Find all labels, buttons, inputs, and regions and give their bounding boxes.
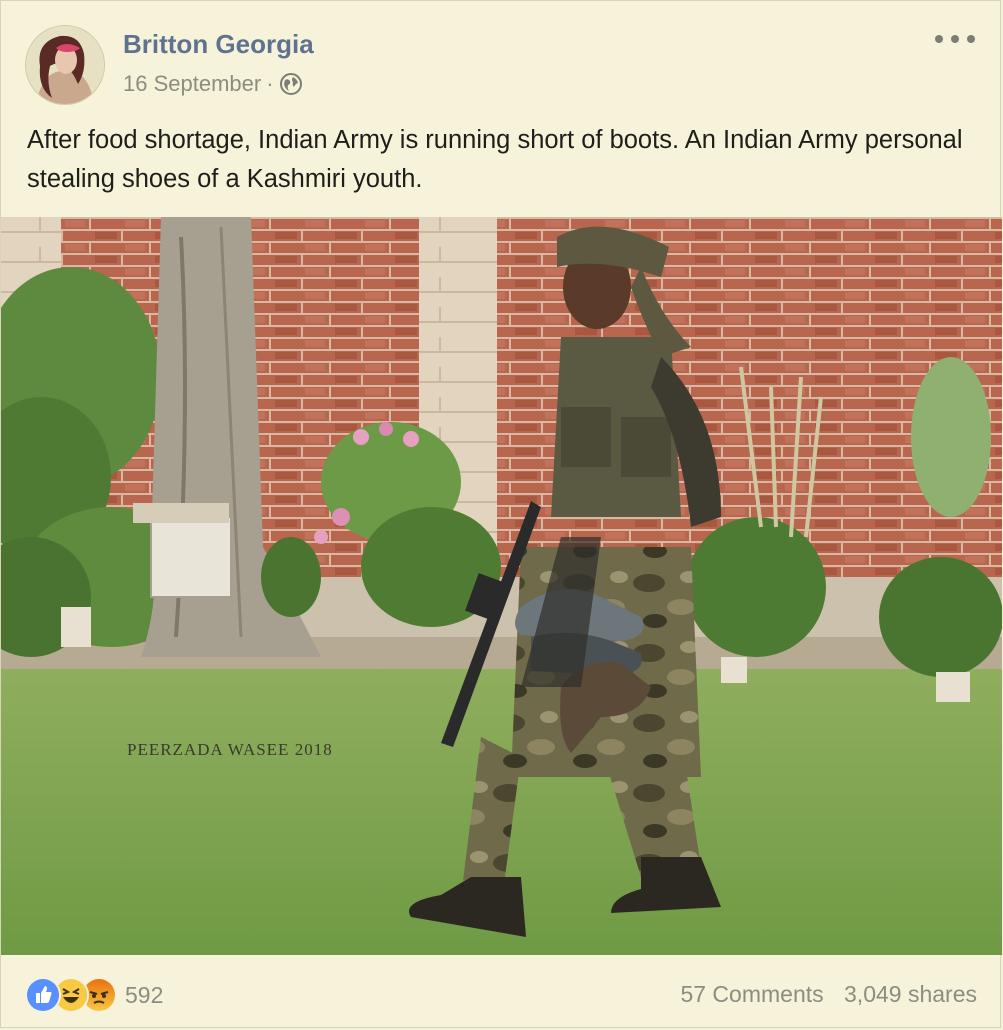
engagement-stats: 57 Comments 3,049 shares xyxy=(666,981,977,1008)
post-meta: 16 September · xyxy=(123,71,303,97)
avatar[interactable] xyxy=(25,25,105,105)
post-header: Britton Georgia 16 September · xyxy=(25,25,975,105)
post-card: Britton Georgia 16 September · After foo… xyxy=(0,0,1002,1028)
author-name[interactable]: Britton Georgia xyxy=(123,29,314,60)
meta-separator: · xyxy=(266,71,274,96)
more-options-icon[interactable] xyxy=(935,27,975,51)
comments-link[interactable]: 57 Comments xyxy=(680,981,823,1007)
globe-icon[interactable] xyxy=(279,72,303,96)
photo-watermark: PEERZADA WASEE 2018 xyxy=(127,740,333,759)
post-photo[interactable]: PEERZADA WASEE 2018 xyxy=(1,217,1002,955)
like-icon xyxy=(25,977,61,1013)
shares-link[interactable]: 3,049 shares xyxy=(844,981,977,1007)
reaction-count[interactable]: 592 xyxy=(125,982,163,1009)
post-footer: 592 57 Comments 3,049 shares xyxy=(25,973,977,1015)
reactions-summary[interactable]: 592 xyxy=(25,977,163,1013)
post-date[interactable]: 16 September xyxy=(123,71,261,97)
post-text: After food shortage, Indian Army is runn… xyxy=(27,126,963,193)
